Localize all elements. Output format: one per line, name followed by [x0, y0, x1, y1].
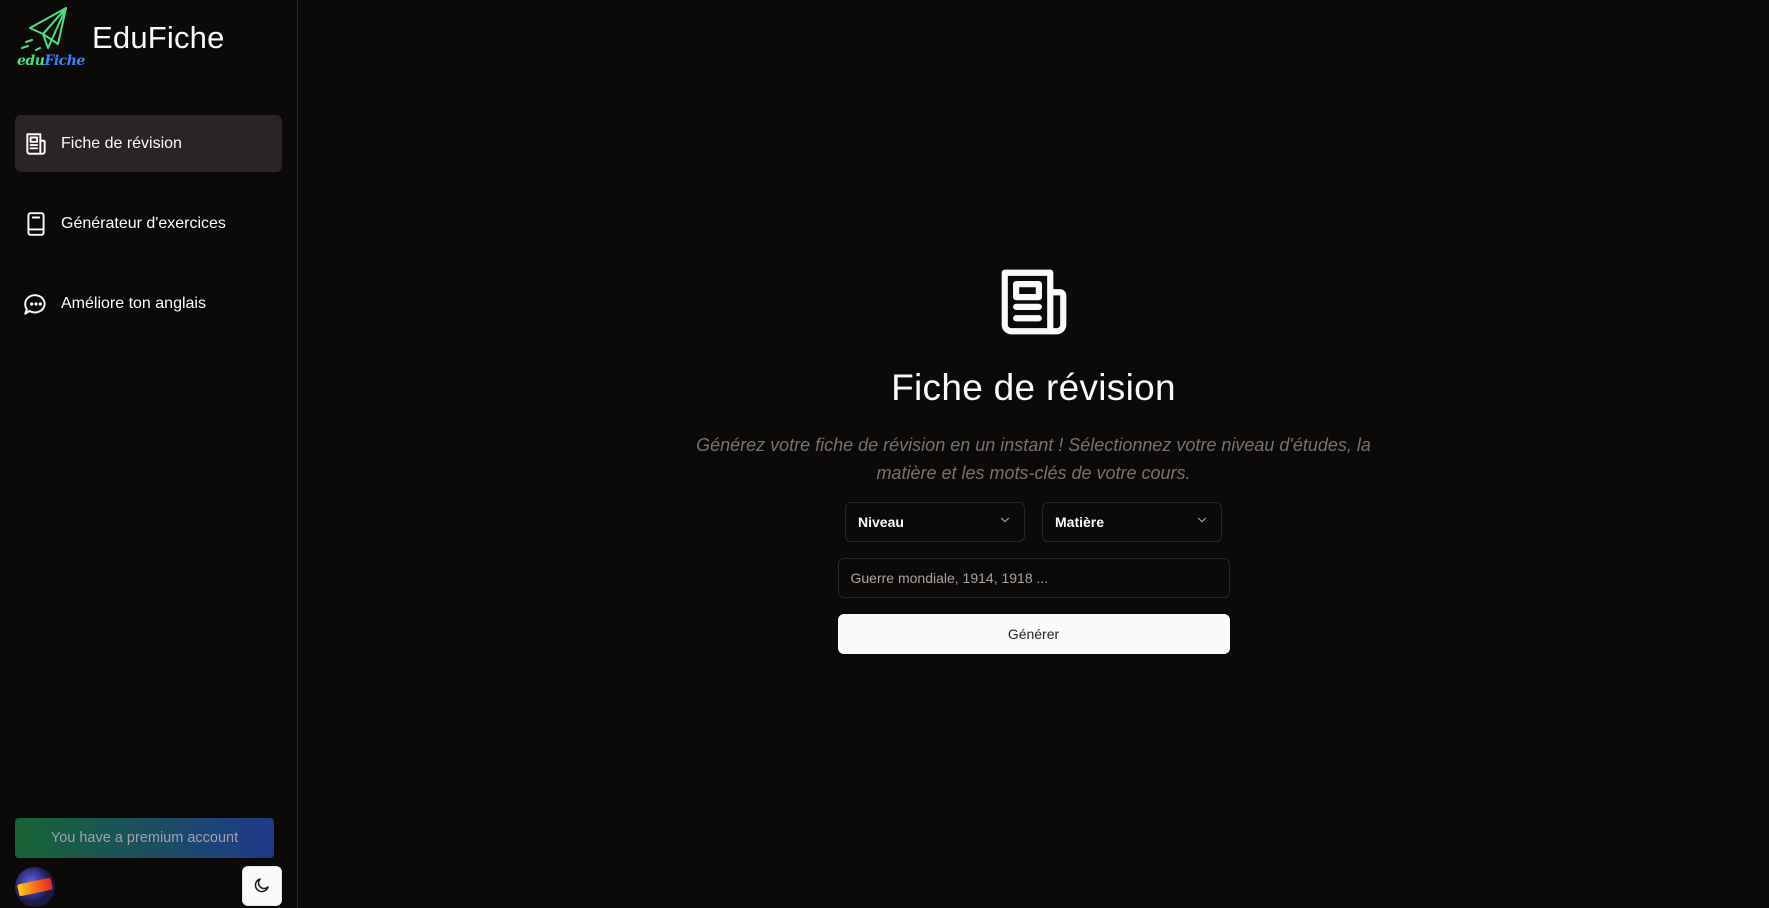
- keywords-input[interactable]: [837, 558, 1230, 598]
- main-content: Fiche de révision Générez votre fiche de…: [298, 0, 1769, 908]
- avatar[interactable]: [15, 867, 55, 907]
- page-title: Fiche de révision: [891, 367, 1176, 408]
- avatar-image: [17, 877, 53, 897]
- premium-account-banner[interactable]: You have a premium account: [15, 818, 274, 858]
- subject-select[interactable]: Matière: [1042, 502, 1222, 542]
- brand-name: EduFiche: [92, 20, 225, 55]
- level-select-value: Niveau: [858, 514, 904, 530]
- sidebar-item-fiche-revision[interactable]: Fiche de révision: [15, 115, 282, 172]
- sidebar-item-ameliore-anglais[interactable]: Améliore ton anglais: [15, 275, 282, 332]
- chat-bubble-icon: [21, 289, 51, 319]
- page-subtitle: Générez votre fiche de révision en un in…: [696, 435, 1371, 483]
- sidebar-item-label: Générateur d'exercices: [61, 214, 226, 232]
- sidebar: eduFiche EduFiche Fiche de révision Géné…: [0, 0, 298, 908]
- generate-button[interactable]: Générer: [837, 614, 1230, 654]
- moon-icon: [253, 876, 271, 897]
- chevron-down-icon: [1195, 513, 1209, 532]
- sidebar-item-label: Fiche de révision: [61, 134, 182, 152]
- select-row: Niveau Matière: [845, 502, 1222, 542]
- newspaper-icon: [995, 263, 1073, 341]
- book-icon: [21, 209, 51, 239]
- revision-form: Fiche de révision Générez votre fiche de…: [298, 263, 1769, 654]
- sidebar-nav: Fiche de révision Générateur d'exercices: [15, 115, 282, 355]
- sidebar-item-generateur-exercices[interactable]: Générateur d'exercices: [15, 195, 282, 252]
- level-select[interactable]: Niveau: [845, 502, 1025, 542]
- paper-plane-logo-icon: eduFiche: [16, 6, 85, 70]
- chevron-down-icon: [998, 513, 1012, 532]
- newspaper-icon: [21, 129, 51, 159]
- app-root: eduFiche EduFiche Fiche de révision Géné…: [0, 0, 1769, 908]
- sidebar-item-label: Améliore ton anglais: [61, 294, 206, 312]
- theme-toggle-button[interactable]: [242, 866, 282, 906]
- brand[interactable]: eduFiche EduFiche: [16, 6, 225, 70]
- subject-select-value: Matière: [1055, 514, 1105, 530]
- logo-wordmark: eduFiche: [17, 53, 85, 69]
